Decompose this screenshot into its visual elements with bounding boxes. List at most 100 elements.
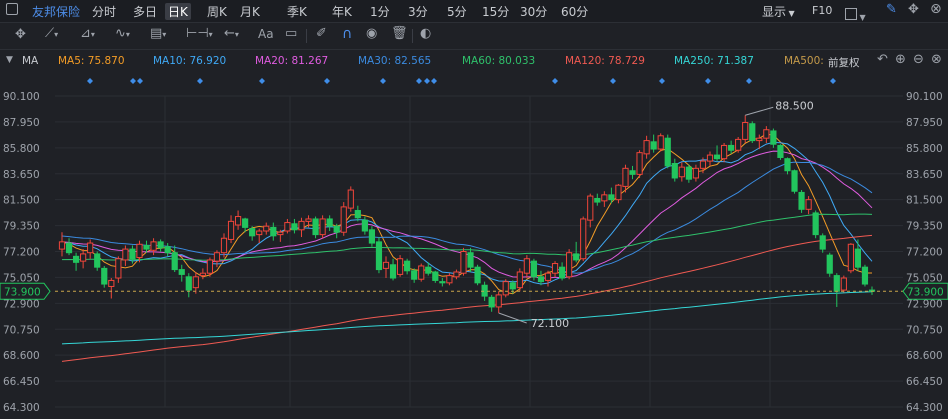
candle-body [551, 263, 559, 274]
candle-body [671, 163, 678, 179]
candle-body [861, 266, 869, 285]
adjust-menu[interactable]: 前复权 [828, 55, 860, 70]
ma-legend-item[interactable]: MA5: 75.870 [58, 55, 125, 67]
ma-legend-item[interactable]: MA500: [784, 55, 824, 67]
tab-timeframe[interactable]: 15分 [482, 3, 509, 20]
tab-timeframe[interactable]: 周K [207, 3, 227, 20]
channel-tool-icon[interactable]: ⊿▾ [80, 26, 95, 41]
candle-body [242, 218, 249, 228]
ma-legend-item[interactable]: MA250: 71.387 [674, 55, 754, 67]
low-annotation-label: 72.100 [531, 317, 570, 330]
checkbox-icon[interactable]: ▼ [845, 5, 866, 24]
candle-body [530, 260, 538, 278]
candle-body [728, 144, 735, 151]
event-marker-icon [830, 78, 836, 84]
y-tick-label-left: 81.500 [3, 195, 40, 207]
tab-timeframe[interactable]: 60分 [561, 3, 588, 20]
y-tick-label-left: 90.100 [3, 91, 40, 103]
y-tick-label-left: 85.800 [3, 143, 40, 155]
candle-body [467, 252, 474, 268]
crosshair-icon[interactable]: ✥ [15, 27, 26, 42]
indicator-name[interactable]: MA [22, 55, 38, 67]
undo-icon[interactable]: ↶ [877, 52, 888, 67]
candle-body [735, 138, 742, 151]
tab-timeframe[interactable]: 季K [287, 3, 307, 20]
candle-body [819, 235, 826, 250]
collapse-icon[interactable]: ▼ [6, 55, 13, 65]
tab-timeframe[interactable]: 分时 [92, 3, 116, 20]
candle-body [460, 251, 467, 274]
sidebar-toggle-icon[interactable] [6, 3, 18, 15]
candle-body [749, 123, 756, 142]
tab-timeframe[interactable]: 日K [165, 3, 191, 20]
candle-body [234, 216, 242, 226]
f10-button[interactable]: F10 [812, 4, 832, 17]
candle-body [178, 269, 185, 275]
event-marker-icon [259, 78, 265, 84]
candle-body [742, 122, 749, 140]
y-tick-label-left: 83.650 [3, 169, 40, 181]
ma-legend-item[interactable]: MA10: 76.920 [153, 55, 226, 67]
eye-icon[interactable]: ◉ [366, 26, 377, 41]
candle-body [453, 271, 460, 278]
candle-body [516, 271, 523, 289]
event-marker-icon [552, 78, 558, 84]
candle-body [580, 218, 587, 260]
candle-body [784, 158, 791, 172]
remove-icon[interactable]: ⊖ [913, 52, 924, 67]
kline-chart[interactable]: 90.100 90.100 87.950 87.950 85.800 85.800 83.6… [0, 74, 948, 419]
candle-body [101, 267, 108, 285]
magnet-icon[interactable]: ∩ [342, 26, 352, 42]
candle-body [206, 259, 214, 274]
line-tool-icon[interactable]: ⟋▾ [45, 26, 58, 41]
y-tick-label-right: 66.450 [906, 376, 943, 388]
y-tick-label-left: 75.050 [3, 272, 40, 284]
candle-body [566, 252, 573, 278]
close-icon[interactable]: ⊗ [930, 1, 942, 17]
tab-timeframe[interactable]: 5分 [447, 3, 467, 20]
y-tick-label-left: 64.300 [3, 402, 40, 414]
candle-body [826, 254, 833, 274]
candle-body [699, 160, 707, 169]
chart-marks [87, 78, 836, 84]
candle-body [333, 225, 340, 233]
toggle-icon[interactable]: ◐ [420, 26, 431, 41]
candle-body [284, 222, 291, 232]
candle-body [833, 275, 840, 292]
tab-timeframe[interactable]: 多日 [133, 3, 157, 20]
move-icon[interactable]: ✥ [908, 2, 919, 17]
toolbar-divider [412, 29, 413, 43]
candle-body [220, 237, 228, 254]
note-tool-icon[interactable]: ▭ [285, 26, 297, 41]
candle-body [404, 260, 411, 272]
wave-tool-icon[interactable]: ∿▾ [115, 26, 130, 41]
trash-icon[interactable]: 🗑 [391, 26, 408, 41]
tab-timeframe[interactable]: 1分 [370, 3, 390, 20]
range-tool-icon[interactable]: ⊢⊣▾ [186, 26, 213, 41]
tab-timeframe[interactable]: 年K [332, 3, 352, 20]
text-tool-icon[interactable]: Aa [258, 27, 274, 41]
candle-body [80, 253, 87, 262]
candle-body [213, 252, 221, 262]
ma-legend-item[interactable]: MA120: 78.729 [565, 55, 645, 67]
y-tick-label-right: 75.050 [906, 272, 943, 284]
arrow-tool-icon[interactable]: ←▾ [224, 26, 239, 41]
ma-legend-item[interactable]: MA30: 82.565 [358, 55, 431, 67]
eraser-icon[interactable]: ✐ [316, 26, 327, 41]
close-icon[interactable]: ⊗ [931, 52, 942, 67]
fib-tool-icon[interactable]: ▤▾ [150, 26, 166, 41]
tab-timeframe[interactable]: 月K [240, 3, 260, 20]
ma-legend-item[interactable]: MA60: 80.033 [462, 55, 535, 67]
candle-body [389, 264, 397, 279]
stock-title[interactable]: 友邦保险 [32, 3, 80, 20]
tab-timeframe[interactable]: 3分 [408, 3, 428, 20]
ma-legend-item[interactable]: MA20: 81.267 [255, 55, 328, 67]
y-tick-label-right: 72.900 [906, 298, 943, 310]
candle-body [326, 218, 333, 227]
candle-body [523, 258, 530, 274]
tab-timeframe[interactable]: 30分 [520, 3, 547, 20]
display-menu[interactable]: 显示 ▼ [762, 3, 795, 20]
add-icon[interactable]: ⊕ [895, 52, 906, 67]
pen-icon[interactable]: ✎ [886, 2, 897, 17]
candle-body [192, 276, 199, 289]
